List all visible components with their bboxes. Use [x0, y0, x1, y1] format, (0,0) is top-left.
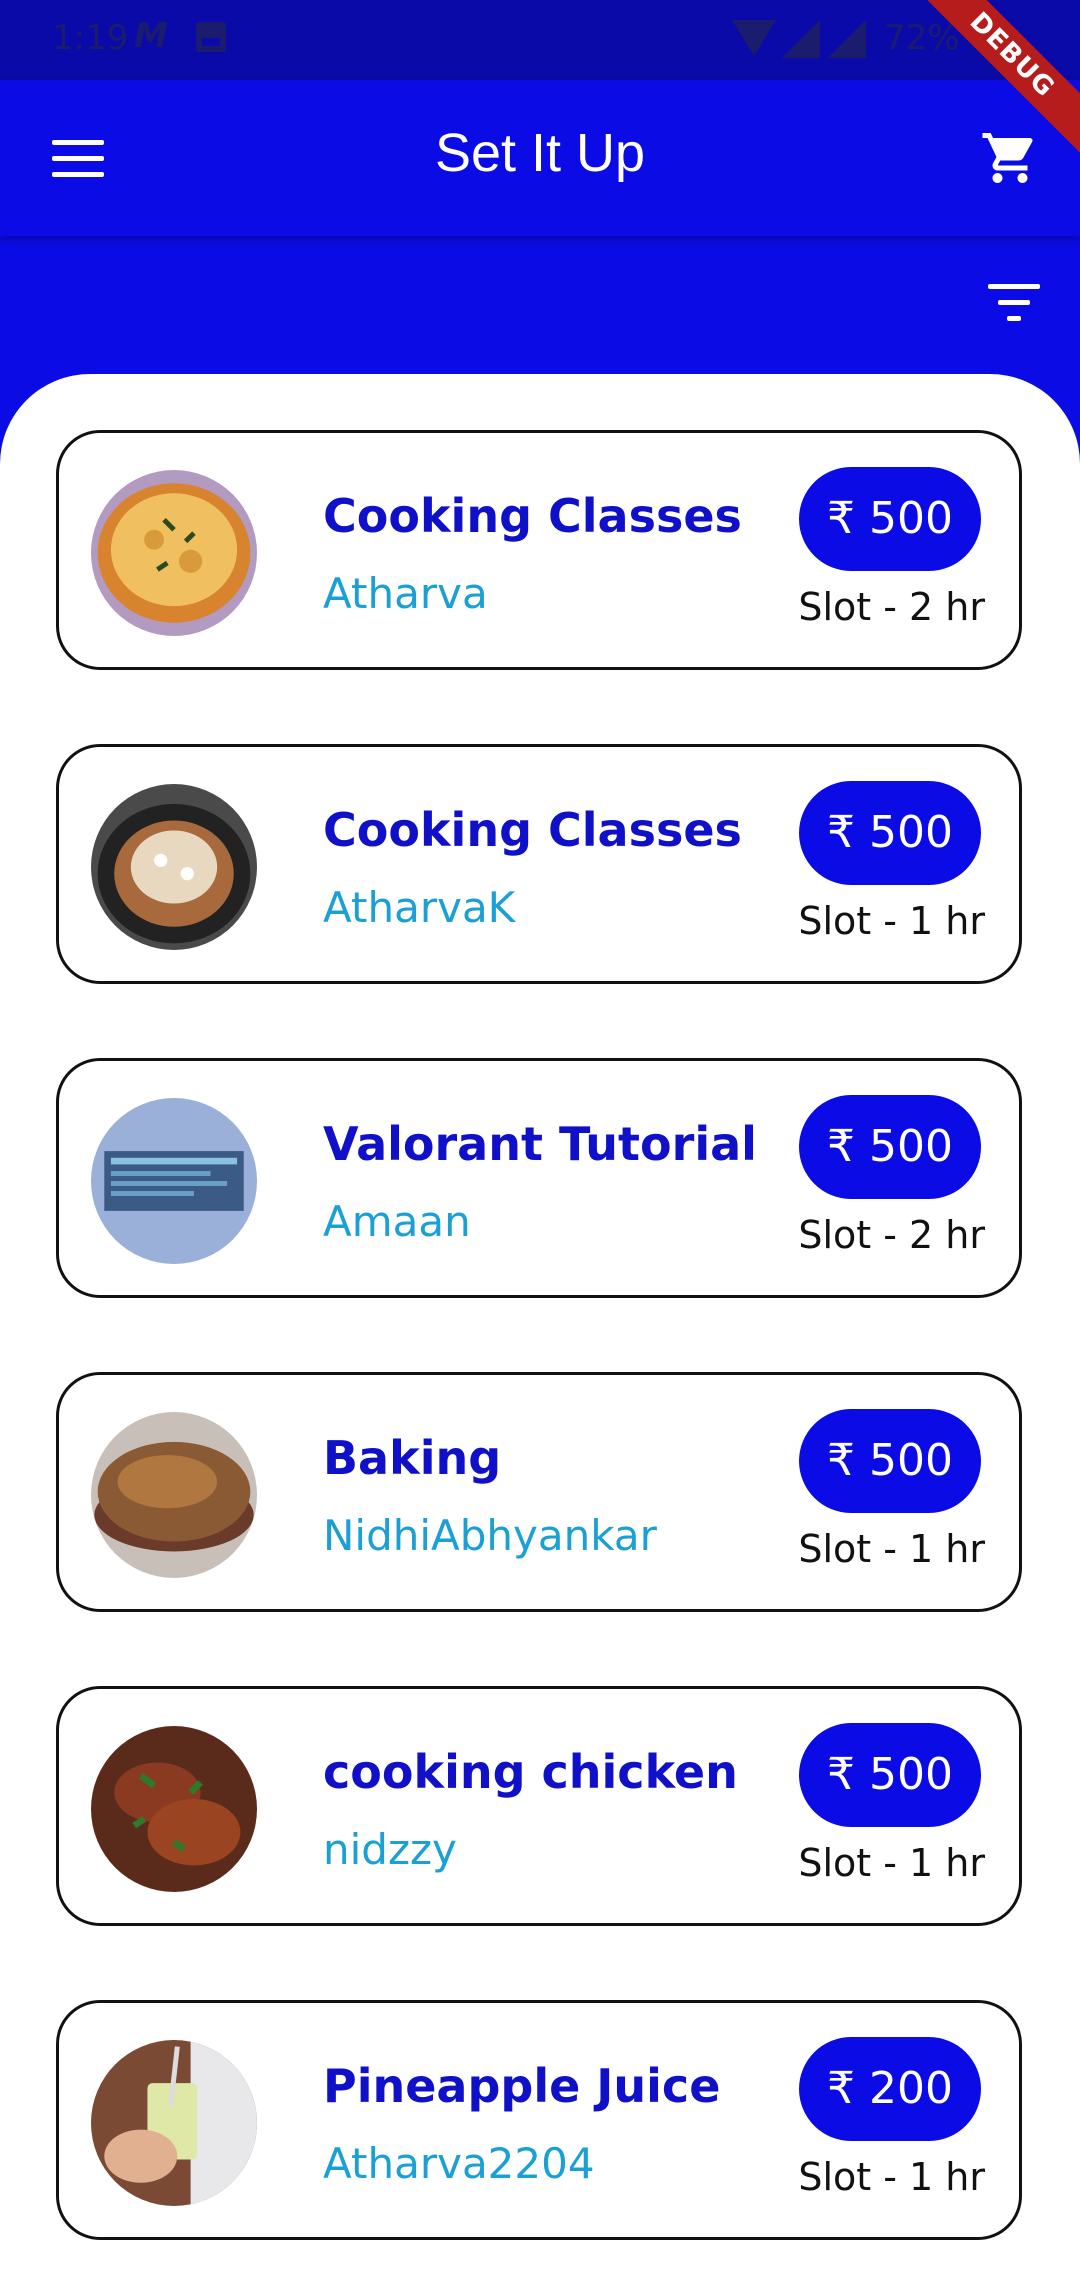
listing-card[interactable]: Cooking Classes AtharvaK ₹ 500 Slot - 1 … — [56, 744, 1022, 984]
listings-sheet: Cooking Classes Atharva ₹ 500 Slot - 2 h… — [0, 374, 1080, 2240]
listing-owner: nidzzy — [323, 1825, 457, 1874]
listing-card[interactable]: Baking NidhiAbhyankar ₹ 500 Slot - 1 hr — [56, 1372, 1022, 1612]
status-bar: 1:19 M 72% — [0, 0, 1080, 80]
listing-image-pasta — [91, 784, 257, 950]
listing-title: cooking chicken — [323, 1745, 738, 1799]
slot-duration: Slot - 1 hr — [798, 1841, 985, 1885]
price-badge: ₹ 500 — [799, 1723, 981, 1827]
listing-image-chicken — [91, 1726, 257, 1892]
listing-card[interactable]: Pineapple Juice Atharva2204 ₹ 200 Slot -… — [56, 2000, 1022, 2240]
listing-title: Cooking Classes — [323, 489, 742, 543]
slot-duration: Slot - 2 hr — [798, 1213, 985, 1257]
price-badge: ₹ 500 — [799, 781, 981, 885]
signal-icon — [782, 20, 820, 58]
page-title: Set It Up — [434, 123, 646, 183]
price-badge: ₹ 500 — [799, 1409, 981, 1513]
slot-duration: Slot - 1 hr — [798, 899, 985, 943]
listing-title: Valorant Tutorial — [323, 1117, 757, 1171]
listing-title: Pineapple Juice — [323, 2059, 721, 2113]
battery-percent: 72% — [884, 18, 960, 58]
listing-card[interactable]: Cooking Classes Atharva ₹ 500 Slot - 2 h… — [56, 430, 1022, 670]
cart-icon[interactable] — [980, 128, 1040, 188]
myntra-notification-icon: M — [134, 16, 168, 56]
listing-owner: Atharva2204 — [323, 2139, 595, 2188]
app-bar: Set It Up — [0, 80, 1080, 236]
listing-owner: AtharvaK — [323, 883, 516, 932]
listing-image-game-screen — [91, 1098, 257, 1264]
price-badge: ₹ 500 — [799, 467, 981, 571]
wifi-icon — [732, 20, 776, 56]
listing-owner: Amaan — [323, 1197, 471, 1246]
slot-duration: Slot - 1 hr — [798, 1527, 985, 1571]
listing-title: Baking — [323, 1431, 502, 1485]
slot-duration: Slot - 1 hr — [798, 2155, 985, 2199]
price-badge: ₹ 500 — [799, 1095, 981, 1199]
filter-icon[interactable] — [988, 284, 1040, 324]
listing-owner: Atharva — [323, 569, 488, 618]
status-time: 1:19 — [52, 18, 129, 58]
listing-card[interactable]: cooking chicken nidzzy ₹ 500 Slot - 1 hr — [56, 1686, 1022, 1926]
listing-title: Cooking Classes — [323, 803, 742, 857]
listing-image-juice — [91, 2040, 257, 2206]
listing-owner: NidhiAbhyankar — [323, 1511, 657, 1560]
gallery-notification-icon — [196, 22, 226, 52]
listing-image-bread — [91, 1412, 257, 1578]
listing-card[interactable]: Valorant Tutorial Amaan ₹ 500 Slot - 2 h… — [56, 1058, 1022, 1298]
slot-duration: Slot - 2 hr — [798, 585, 985, 629]
price-badge: ₹ 200 — [799, 2037, 981, 2141]
listing-image-pizza — [91, 470, 257, 636]
signal-icon-2 — [828, 20, 866, 58]
